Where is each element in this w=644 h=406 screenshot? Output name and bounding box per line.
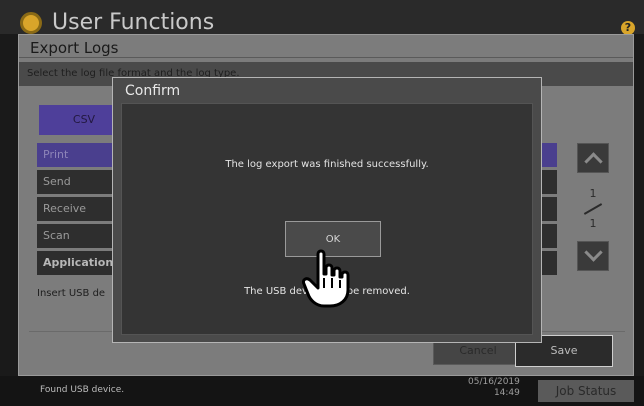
help-icon[interactable]: ? (621, 21, 635, 35)
scroll-up-button[interactable] (577, 143, 609, 173)
page-current: 1 (589, 187, 597, 200)
date: 05/16/2019 (468, 377, 520, 387)
status-bar: Found USB device. 05/16/2019 14:49 Job S… (0, 376, 644, 406)
usb-note: Insert USB de (37, 288, 106, 299)
job-status-button[interactable]: Job Status (538, 380, 634, 402)
page-separator (581, 201, 605, 217)
gear-icon (20, 12, 42, 34)
page-title: User Functions (52, 10, 215, 35)
date-time: 05/16/2019 14:49 (468, 377, 520, 399)
page-total: 1 (589, 217, 597, 230)
title-bar: User Functions ? (0, 0, 644, 35)
success-message: The log export was finished successfully… (225, 159, 429, 170)
dialog-title: Confirm (125, 83, 181, 99)
divider (19, 57, 633, 58)
pointer-hand-icon (302, 249, 350, 308)
page-indicator: 1 1 (581, 187, 605, 231)
panel-title: Export Logs (30, 39, 119, 57)
scroll-down-button[interactable] (577, 241, 609, 271)
time: 14:49 (493, 388, 520, 398)
status-message: Found USB device. (40, 385, 125, 395)
